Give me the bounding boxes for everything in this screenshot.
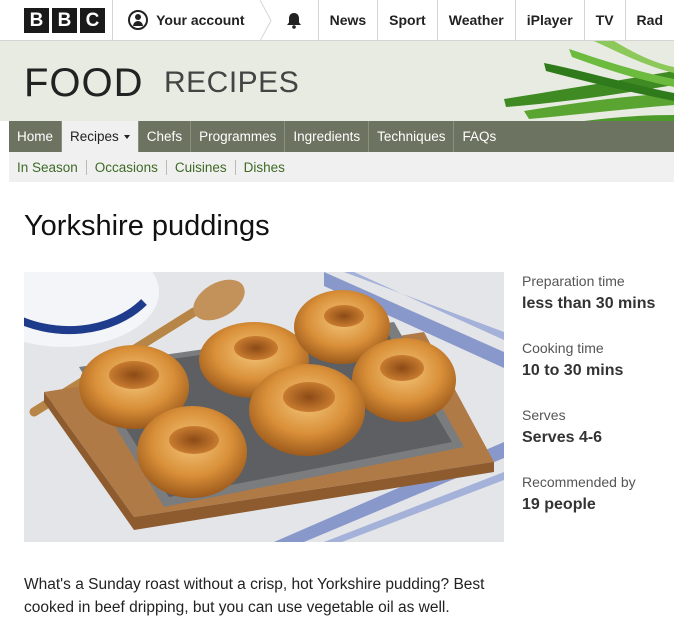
nav-tv[interactable]: TV bbox=[585, 0, 626, 40]
fact-value: 19 people bbox=[522, 496, 596, 513]
bbc-logo-letter: C bbox=[80, 7, 105, 33]
recipe-facts: Preparation time less than 30 mins Cooki… bbox=[522, 272, 674, 540]
notifications-button[interactable] bbox=[271, 0, 319, 40]
page-title: Yorkshire puddings bbox=[24, 210, 270, 242]
yorkshire-puddings-image bbox=[24, 272, 504, 542]
fact-label: Preparation time bbox=[522, 273, 625, 289]
sub-nav-in-season[interactable]: In Season bbox=[9, 159, 87, 175]
recipe-photo bbox=[24, 272, 504, 542]
main-nav-techniques[interactable]: Techniques bbox=[369, 121, 455, 152]
fact-serves: Serves Serves 4-6 bbox=[522, 406, 674, 452]
food-header: FOOD RECIPES bbox=[0, 41, 674, 121]
fact-label: Cooking time bbox=[522, 340, 604, 356]
nav-radio[interactable]: Rad bbox=[626, 0, 674, 40]
nav-weather[interactable]: Weather bbox=[438, 0, 516, 40]
main-nav-ingredients[interactable]: Ingredients bbox=[285, 121, 370, 152]
fact-recommended-by: Recommended by 19 people bbox=[522, 473, 674, 519]
fact-label: Serves bbox=[522, 407, 566, 423]
fact-preparation-time: Preparation time less than 30 mins bbox=[522, 272, 674, 318]
account-label: Your account bbox=[156, 12, 245, 28]
separator-chevron bbox=[260, 0, 272, 41]
fact-value: 10 to 30 mins bbox=[522, 362, 624, 379]
chevron-down-icon bbox=[123, 134, 130, 139]
food-title[interactable]: FOOD bbox=[24, 61, 144, 106]
main-nav: Home Recipes Chefs Programmes Ingredient… bbox=[9, 121, 674, 152]
main-nav-programmes[interactable]: Programmes bbox=[191, 121, 286, 152]
bbc-logo-letter: B bbox=[52, 7, 77, 33]
bbc-logo[interactable]: B B C bbox=[0, 0, 114, 40]
main-nav-home[interactable]: Home bbox=[9, 121, 63, 152]
nav-sport[interactable]: Sport bbox=[378, 0, 438, 40]
fact-label: Recommended by bbox=[522, 474, 636, 490]
food-subtitle: RECIPES bbox=[164, 66, 300, 99]
bell-icon bbox=[287, 12, 302, 29]
main-nav-faqs[interactable]: FAQs bbox=[454, 121, 504, 152]
main-nav-chefs[interactable]: Chefs bbox=[139, 121, 192, 152]
sub-nav-occasions[interactable]: Occasions bbox=[87, 159, 167, 175]
recipe-description: What's a Sunday roast without a crisp, h… bbox=[24, 576, 485, 616]
bbc-logo-letter: B bbox=[24, 7, 49, 33]
nav-iplayer[interactable]: iPlayer bbox=[516, 0, 585, 40]
sub-nav-dishes[interactable]: Dishes bbox=[236, 160, 293, 175]
spring-onion-image bbox=[504, 41, 674, 121]
fact-cooking-time: Cooking time 10 to 30 mins bbox=[522, 339, 674, 385]
sub-nav-cuisines[interactable]: Cuisines bbox=[167, 159, 236, 175]
fact-value: less than 30 mins bbox=[522, 295, 656, 312]
main-nav-recipes-label: Recipes bbox=[70, 129, 119, 144]
account-link[interactable]: Your account bbox=[113, 0, 272, 41]
fact-value: Serves 4-6 bbox=[522, 429, 603, 446]
sub-nav: In Season Occasions Cuisines Dishes bbox=[9, 152, 674, 182]
user-icon bbox=[128, 10, 149, 30]
nav-news[interactable]: News bbox=[319, 0, 379, 40]
bbc-global-bar: B B C Your account News Sport Weather iP… bbox=[0, 0, 674, 41]
main-nav-recipes[interactable]: Recipes bbox=[62, 121, 139, 152]
